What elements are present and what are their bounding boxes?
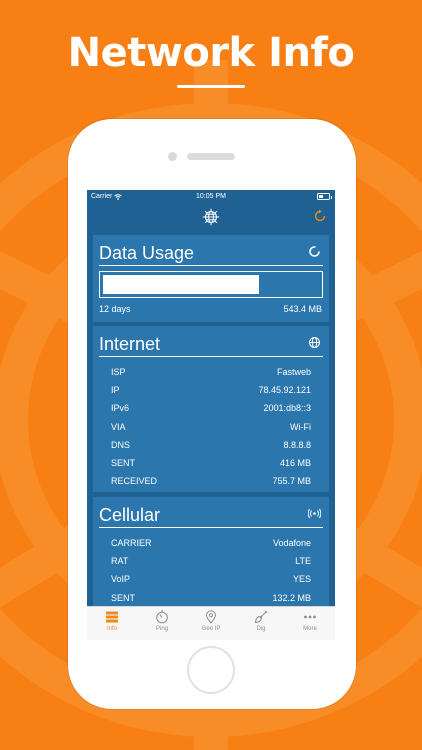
tab-label: Geo IP: [201, 626, 221, 632]
data-usage-card: Data Usage 12 days 543.4 MB: [93, 235, 329, 322]
data-usage-title: Data Usage: [99, 243, 195, 263]
table-row: VIA Wi-Fi: [93, 419, 329, 437]
tab-geo-ip[interactable]: Geo IP: [186, 610, 236, 640]
tab-label: More: [303, 626, 317, 632]
row-key: SENT: [111, 592, 136, 603]
tab-info[interactable]: Info: [87, 610, 137, 640]
cellular-rows: CARRIER Vodafone RAT LTE VoIP YES SENT 132.2…: [93, 535, 329, 608]
row-value: 755.7 MB: [272, 476, 311, 487]
row-key: IP: [111, 385, 120, 396]
status-time: 10:05 PM: [196, 193, 226, 200]
headline-underline: [177, 85, 245, 88]
phone-speaker: [187, 153, 235, 160]
usage-progress-bar: [99, 271, 323, 298]
tab-label: Ping: [155, 626, 168, 632]
usage-total: 543.4 MB: [283, 304, 322, 314]
home-button[interactable]: [187, 646, 235, 694]
usage-progress-fill: [103, 275, 259, 294]
row-key: CARRIER: [111, 538, 152, 548]
tab-label: Dig: [256, 626, 266, 632]
status-bar: Carrier 10:05 PM: [87, 190, 335, 204]
cellular-divider: [99, 527, 323, 528]
table-row: SENT 416 MB: [93, 455, 329, 473]
row-key: RECEIVED: [111, 476, 158, 487]
table-row: IP 78.45.92.121: [93, 382, 329, 400]
row-key: ISP: [111, 367, 126, 377]
table-row: RAT LTE: [93, 553, 329, 571]
internet-card: Internet ISP Fastweb IP 78.45.92.121 IPv6 2…: [93, 326, 329, 492]
row-key: SENT: [111, 457, 136, 468]
tab-ping[interactable]: Ping: [137, 610, 187, 640]
refresh-icon[interactable]: [313, 209, 327, 223]
tab-bar: Info Ping Geo IP Dig More: [87, 606, 335, 640]
phone-camera: [168, 152, 177, 161]
location-pin-icon: [205, 610, 217, 624]
row-value: 2001:db8::3: [263, 403, 311, 414]
cellular-title: Cellular: [99, 505, 161, 525]
more-dots-icon: [304, 615, 316, 619]
tab-label: Info: [106, 626, 117, 632]
table-row: ISP Fastweb: [93, 364, 329, 382]
pie-chart-icon: [309, 246, 320, 257]
nav-bar: [87, 204, 335, 234]
headline: Network Info: [67, 30, 355, 76]
row-value: LTE: [295, 556, 311, 567]
row-value: 416 MB: [279, 457, 311, 468]
table-row: CARRIER Vodafone: [93, 535, 329, 553]
internet-divider: [99, 356, 323, 357]
row-key: VIA: [111, 421, 126, 432]
table-row: IPv6 2001:db8::3: [93, 400, 329, 418]
table-row: VoIP YES: [93, 571, 329, 589]
row-value: 8.8.8.8: [283, 439, 311, 450]
row-value: 78.45.92.121: [258, 385, 311, 396]
internet-rows: ISP Fastweb IP 78.45.92.121 IPv6 2001:db8::…: [93, 364, 329, 491]
row-value: 132.2 MB: [272, 592, 311, 603]
internet-title: Internet: [99, 334, 161, 354]
row-value: Fastweb: [276, 367, 311, 377]
shovel-icon: [254, 610, 268, 624]
stopwatch-icon: [156, 610, 168, 624]
row-key: RAT: [111, 556, 129, 567]
row-key: IPv6: [111, 403, 130, 414]
app-screen: Carrier 10:05 PM Data Usage 12 days 543.…: [87, 190, 335, 608]
tab-more[interactable]: More: [285, 610, 335, 640]
globe-icon: [309, 337, 320, 348]
row-value: Vodafone: [272, 538, 311, 548]
table-row: RECEIVED 755.7 MB: [93, 473, 329, 491]
usage-days: 12 days: [99, 304, 131, 314]
row-value: YES: [292, 574, 311, 585]
antenna-signal-icon: [308, 508, 321, 519]
tab-dig[interactable]: Dig: [236, 610, 286, 640]
table-row: DNS 8.8.8.8: [93, 437, 329, 455]
row-value: Wi-Fi: [290, 421, 311, 432]
server-icon: [106, 611, 118, 623]
battery-icon: [317, 193, 332, 200]
row-key: DNS: [111, 439, 131, 450]
network-globe-icon: [202, 208, 220, 226]
row-key: VoIP: [111, 574, 131, 585]
data-usage-divider: [99, 265, 323, 266]
cellular-card: Cellular CARRIER Vodafone RAT LTE VoIP YES …: [93, 497, 329, 608]
